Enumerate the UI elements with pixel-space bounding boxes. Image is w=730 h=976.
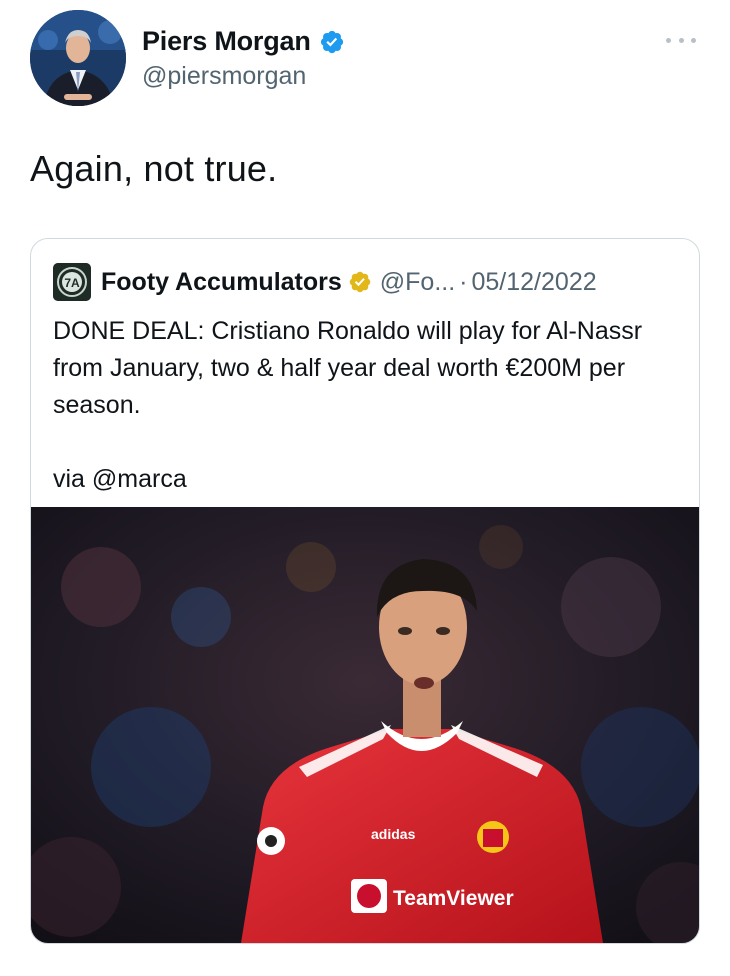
more-horizontal-icon — [691, 37, 696, 43]
sponsor-text: TeamViewer — [393, 887, 514, 910]
svg-text:7A: 7A — [64, 276, 80, 290]
quoted-tweet-date[interactable]: 05/12/2022 — [472, 268, 597, 297]
tweet: Piers Morgan @piersmorgan Again, not tru… — [0, 0, 730, 976]
quoted-tweet-photo[interactable]: adidas TeamViewer — [31, 507, 699, 943]
more-options-button[interactable] — [666, 30, 696, 50]
kit-brand-text: adidas — [371, 826, 416, 842]
author-avatar[interactable] — [30, 10, 126, 106]
quoted-author-avatar[interactable]: 7A — [53, 263, 91, 301]
tweet-text: Again, not true. — [30, 148, 278, 189]
author-display-name[interactable]: Piers Morgan — [142, 26, 311, 57]
quoted-header-separator: · — [459, 267, 468, 296]
quoted-tweet-via: via @marca — [53, 465, 187, 493]
quoted-tweet-body: DONE DEAL: Cristiano Ronaldo will play f… — [53, 313, 673, 498]
quoted-tweet-text: DONE DEAL: Cristiano Ronaldo will play f… — [53, 317, 643, 419]
gold-verified-badge-icon — [349, 271, 371, 293]
more-horizontal-icon — [678, 37, 684, 43]
author-handle[interactable]: @piersmorgan — [142, 62, 306, 91]
quoted-author-handle[interactable]: @Fo... — [380, 268, 455, 297]
photo-player-in-red-kit: adidas TeamViewer — [31, 507, 699, 943]
author-name-row: Piers Morgan — [142, 26, 345, 57]
more-horizontal-icon — [666, 37, 671, 43]
author-avatar-image — [30, 10, 126, 106]
quoted-tweet-header: 7A Footy Accumulators @Fo... · 05/12/202… — [53, 263, 679, 301]
verified-badge-icon — [320, 30, 343, 53]
quoted-tweet-card[interactable]: 7A Footy Accumulators @Fo... · 05/12/202… — [30, 238, 700, 944]
quoted-author-display-name[interactable]: Footy Accumulators — [101, 268, 342, 297]
